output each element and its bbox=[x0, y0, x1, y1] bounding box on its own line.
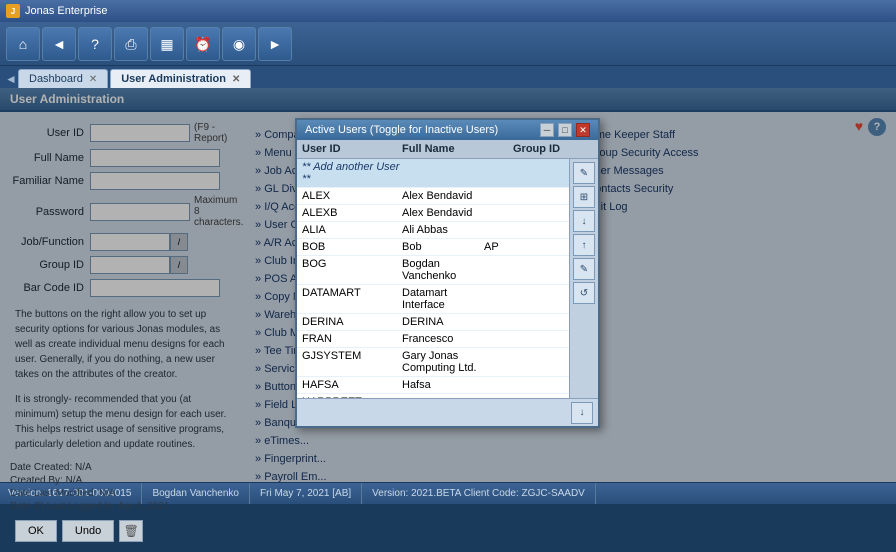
action-buttons: OK Undo 🗑 bbox=[10, 520, 240, 542]
tab-bar: ◄ Dashboard ✕ User Administration ✕ bbox=[0, 66, 896, 88]
modal-row-alia[interactable]: ALIA Ali Abbas bbox=[297, 222, 569, 239]
modal-sync-btn[interactable]: ↺ bbox=[573, 282, 595, 304]
tab-user-admin-label: User Administration bbox=[121, 73, 226, 85]
clock-icon: ⏰ bbox=[194, 37, 211, 51]
col-groupid-header: Group ID bbox=[513, 143, 593, 155]
tab-dashboard[interactable]: Dashboard ✕ bbox=[18, 69, 108, 88]
modal-side-buttons: ✎ ⊞ ↓ ↑ ✎ ↺ bbox=[569, 159, 598, 398]
admin-panel: User Administration ♥ ? User ID (F9 - Re… bbox=[0, 88, 896, 482]
add-user-text: ** Add another User ** bbox=[302, 161, 402, 185]
modal-overlay: Active Users (Toggle for Inactive Users)… bbox=[0, 88, 896, 482]
modal-content-area: ** Add another User ** ALEX Alex Bendavi… bbox=[297, 159, 598, 398]
app-icon: J bbox=[6, 4, 20, 18]
tab-dashboard-close[interactable]: ✕ bbox=[89, 74, 97, 85]
tab-user-admin-close[interactable]: ✕ bbox=[232, 74, 240, 85]
arrow-left-icon: ◄ bbox=[52, 37, 66, 51]
modal-row-derina[interactable]: DERINA DERINA bbox=[297, 314, 569, 331]
modal-row-datamart[interactable]: DATAMART Datamart Interface bbox=[297, 285, 569, 314]
modal-down-btn[interactable]: ↓ bbox=[573, 210, 595, 232]
toolbar-help-btn[interactable]: ? bbox=[78, 27, 112, 61]
modal-body[interactable]: ** Add another User ** ALEX Alex Bendavi… bbox=[297, 159, 569, 398]
modal-row-bog[interactable]: BOG Bogdan Vanchenko bbox=[297, 256, 569, 285]
app-title: Jonas Enterprise bbox=[25, 5, 108, 17]
modal-row-alexb[interactable]: ALEXB Alex Bendavid bbox=[297, 205, 569, 222]
modal-minimize-btn[interactable]: ─ bbox=[540, 123, 554, 137]
date-last-modified: Date Last Modified: N/A bbox=[10, 488, 240, 499]
delete-button[interactable]: 🗑 bbox=[119, 520, 143, 542]
modal-row-gjsystem[interactable]: GJSYSTEM Gary Jonas Computing Ltd. bbox=[297, 348, 569, 377]
help-icon: ? bbox=[91, 37, 99, 51]
tab-nav-left[interactable]: ◄ bbox=[4, 69, 18, 88]
modal-copy-btn[interactable]: ⊞ bbox=[573, 186, 595, 208]
modal-row-alex[interactable]: ALEX Alex Bendavid bbox=[297, 188, 569, 205]
toolbar-home-btn[interactable]: ⌂ bbox=[6, 27, 40, 61]
toolbar: ⌂ ◄ ? ⎙ ▦ ⏰ ◉ ► bbox=[0, 22, 896, 66]
modal-row-bob[interactable]: BOB Bob AP bbox=[297, 239, 569, 256]
toolbar-calc-btn[interactable]: ▦ bbox=[150, 27, 184, 61]
modal-up-btn[interactable]: ↑ bbox=[573, 234, 595, 256]
modal-close-btn[interactable]: ✕ bbox=[576, 123, 590, 137]
modal-maximize-btn[interactable]: □ bbox=[558, 123, 572, 137]
arrow-right-icon: ► bbox=[268, 37, 282, 51]
toolbar-print-btn[interactable]: ⎙ bbox=[114, 27, 148, 61]
modal-edit-btn[interactable]: ✎ bbox=[573, 162, 595, 184]
modal-row-hafsa[interactable]: HAFSA Hafsa bbox=[297, 377, 569, 394]
toolbar-clock-btn[interactable]: ⏰ bbox=[186, 27, 220, 61]
col-fullname-header: Full Name bbox=[402, 143, 513, 155]
active-users-modal: Active Users (Toggle for Inactive Users)… bbox=[295, 118, 600, 428]
tab-dashboard-label: Dashboard bbox=[29, 73, 83, 85]
globe-icon: ◉ bbox=[233, 37, 245, 51]
home-icon: ⌂ bbox=[19, 37, 27, 51]
modal-table-header: User ID Full Name Group ID bbox=[297, 140, 598, 159]
date-last-logged-in: Date ID Last Logged In: Apr 6, 2021 bbox=[10, 501, 240, 512]
modal-refresh-btn[interactable]: ✎ bbox=[573, 258, 595, 280]
modal-footer: ↓ bbox=[297, 398, 598, 426]
col-userid-header: User ID bbox=[302, 143, 402, 155]
toolbar-back-btn[interactable]: ◄ bbox=[42, 27, 76, 61]
modal-header: Active Users (Toggle for Inactive Users)… bbox=[297, 120, 598, 140]
toolbar-forward-btn[interactable]: ► bbox=[258, 27, 292, 61]
calculator-icon: ▦ bbox=[160, 37, 173, 51]
ok-button[interactable]: OK bbox=[15, 520, 57, 542]
print-icon: ⎙ bbox=[125, 37, 136, 51]
main-content: User Administration ♥ ? User ID (F9 - Re… bbox=[0, 88, 896, 482]
toolbar-globe-btn[interactable]: ◉ bbox=[222, 27, 256, 61]
undo-button[interactable]: Undo bbox=[62, 520, 114, 542]
title-bar: J Jonas Enterprise bbox=[0, 0, 896, 22]
modal-title: Active Users (Toggle for Inactive Users) bbox=[305, 124, 498, 136]
modal-row-fran[interactable]: FRAN Francesco bbox=[297, 331, 569, 348]
modal-title-buttons: ─ □ ✕ bbox=[540, 123, 590, 137]
modal-row-add[interactable]: ** Add another User ** bbox=[297, 159, 569, 188]
tab-user-admin[interactable]: User Administration ✕ bbox=[110, 69, 251, 88]
modal-footer-btn[interactable]: ↓ bbox=[571, 402, 593, 424]
